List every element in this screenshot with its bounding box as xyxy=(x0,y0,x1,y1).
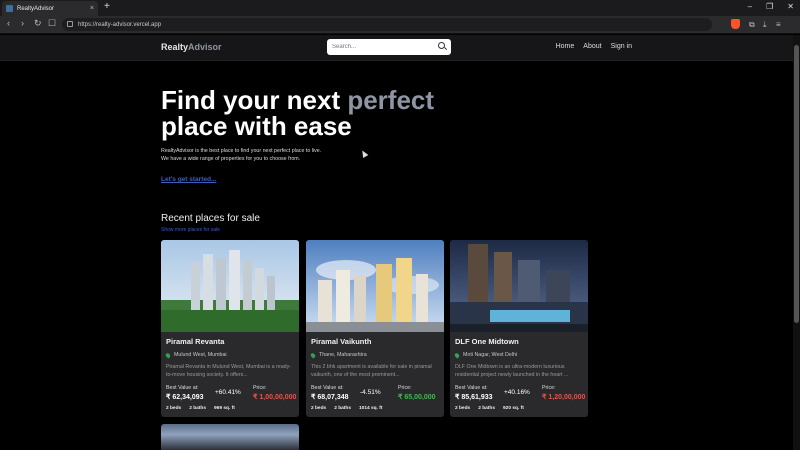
property-image xyxy=(161,240,299,332)
best-value: ₹ 62,34,093 xyxy=(166,394,204,401)
nav-links: Home About Sign in xyxy=(556,43,632,50)
price: ₹ 1,00,00,000 xyxy=(253,394,297,401)
location-pin-icon xyxy=(453,351,461,359)
url-field[interactable]: https://realty-advisor.vercel.app xyxy=(62,18,712,31)
close-window-button[interactable]: ✕ xyxy=(787,2,794,11)
property-features: 2 beds 2 baths 1014 sq. ft xyxy=(311,406,382,411)
get-started-link[interactable]: Let's get started... xyxy=(161,176,216,183)
location-pin-icon xyxy=(309,351,317,359)
minimize-button[interactable]: – xyxy=(748,2,752,11)
site-navbar: RealtyAdvisor Home About Sign in xyxy=(0,35,793,61)
baths-count: 2 baths xyxy=(334,406,351,411)
nav-link-about[interactable]: About xyxy=(583,43,601,50)
sidebar-icon[interactable]: ≡ xyxy=(776,20,781,29)
downloads-icon[interactable]: ⤓ xyxy=(763,20,767,30)
beds-count: 2 beds xyxy=(455,406,471,411)
best-value-label: Best Value at: xyxy=(166,385,199,391)
search-icon[interactable] xyxy=(438,42,445,49)
property-location: Mulund West, Mumbai xyxy=(164,351,227,359)
bookmark-icon[interactable]: ☐ xyxy=(48,18,56,29)
property-card[interactable]: Piramal Vaikunth Thane, Maharashtra This… xyxy=(306,240,444,417)
baths-count: 2 baths xyxy=(478,406,495,411)
property-features: 2 beds 2 baths 969 sq. ft xyxy=(166,406,235,411)
back-button[interactable]: ‹ xyxy=(7,18,10,28)
property-title[interactable]: DLF One Midtown xyxy=(455,337,519,346)
page-viewport: RealtyAdvisor Home About Sign in Find yo… xyxy=(0,35,793,450)
property-card-partial[interactable] xyxy=(161,424,299,450)
property-image xyxy=(306,240,444,332)
property-title[interactable]: Piramal Revanta xyxy=(166,337,224,346)
tab-title: RealtyAdvisor xyxy=(17,5,55,12)
property-description: Piramal Revanta in Mulund West, Mumbai i… xyxy=(166,364,292,378)
maximize-button[interactable]: ❐ xyxy=(766,2,773,11)
location-text: Mulund West, Mumbai xyxy=(174,352,227,358)
logo-part-1: Realty xyxy=(161,42,189,52)
nav-link-sign-in[interactable]: Sign in xyxy=(611,43,632,50)
beds-count: 2 beds xyxy=(166,406,182,411)
scrollbar-thumb[interactable] xyxy=(794,45,799,323)
best-value-label: Best Value at: xyxy=(455,385,488,391)
area-size: 1014 sq. ft xyxy=(359,406,383,411)
price: ₹ 65,00,000 xyxy=(398,394,436,401)
search-input[interactable] xyxy=(332,42,432,52)
property-location: Thane, Maharashtra xyxy=(309,351,367,359)
site-logo[interactable]: RealtyAdvisor xyxy=(161,42,222,52)
site-info-icon[interactable] xyxy=(67,21,73,27)
property-features: 2 beds 2 baths 920 sq. ft xyxy=(455,406,524,411)
tab-close-icon[interactable]: × xyxy=(90,5,94,12)
value-change: -4.51% xyxy=(360,389,381,396)
best-value: ₹ 85,61,933 xyxy=(455,394,493,401)
property-title[interactable]: Piramal Vaikunth xyxy=(311,337,371,346)
favicon-icon xyxy=(6,5,13,12)
browser-tab[interactable]: RealtyAdvisor × xyxy=(2,1,98,16)
location-text: Moti Nagar, West Delhi xyxy=(463,352,518,358)
hero-title-accent: perfect xyxy=(347,85,435,115)
show-more-link[interactable]: Show more places for sale xyxy=(161,227,220,233)
address-bar-row: ‹ › ↻ ☐ https://realty-advisor.vercel.ap… xyxy=(0,16,800,34)
brave-shield-icon[interactable] xyxy=(731,19,740,29)
forward-button[interactable]: › xyxy=(21,18,24,28)
property-card[interactable]: Piramal Revanta Mulund West, Mumbai Pira… xyxy=(161,240,299,417)
location-text: Thane, Maharashtra xyxy=(319,352,367,358)
area-size: 969 sq. ft xyxy=(214,406,235,411)
value-change: +60.41% xyxy=(215,389,241,396)
price-label: Price: xyxy=(398,385,412,391)
browser-tab-bar: RealtyAdvisor × + – ❐ ✕ xyxy=(0,0,800,16)
baths-count: 2 baths xyxy=(189,406,206,411)
price-label: Price: xyxy=(253,385,267,391)
property-description: DLF One Midtown is an ultra-modern luxur… xyxy=(455,364,569,378)
price: ₹ 1,20,00,000 xyxy=(542,394,586,401)
extensions-icon[interactable]: ⧉ xyxy=(749,20,755,30)
window-controls: – ❐ ✕ xyxy=(748,2,794,11)
area-size: 920 sq. ft xyxy=(503,406,524,411)
nav-link-home[interactable]: Home xyxy=(556,43,575,50)
property-location: Moti Nagar, West Delhi xyxy=(453,351,518,359)
url-text: https://realty-advisor.vercel.app xyxy=(78,21,162,28)
beds-count: 2 beds xyxy=(311,406,327,411)
location-pin-icon xyxy=(164,351,172,359)
logo-part-2: Advisor xyxy=(188,42,222,52)
recent-section-title: Recent places for sale xyxy=(161,213,260,224)
new-tab-button[interactable]: + xyxy=(104,1,110,12)
property-card[interactable]: DLF One Midtown Moti Nagar, West Delhi D… xyxy=(450,240,588,417)
hero-title: Find your next perfect place with ease xyxy=(161,87,461,139)
best-value-label: Best Value at: xyxy=(311,385,344,391)
property-description: This 2 bhk apartment is available for sa… xyxy=(311,364,432,378)
best-value: ₹ 68,07,348 xyxy=(311,394,349,401)
reload-button[interactable]: ↻ xyxy=(34,18,42,29)
page-scrollbar[interactable] xyxy=(793,35,800,450)
hero-title-line2: place with ease xyxy=(161,111,352,141)
price-label: Price: xyxy=(542,385,556,391)
value-change: +40.16% xyxy=(504,389,530,396)
search-box xyxy=(327,39,451,55)
property-image xyxy=(450,240,588,332)
